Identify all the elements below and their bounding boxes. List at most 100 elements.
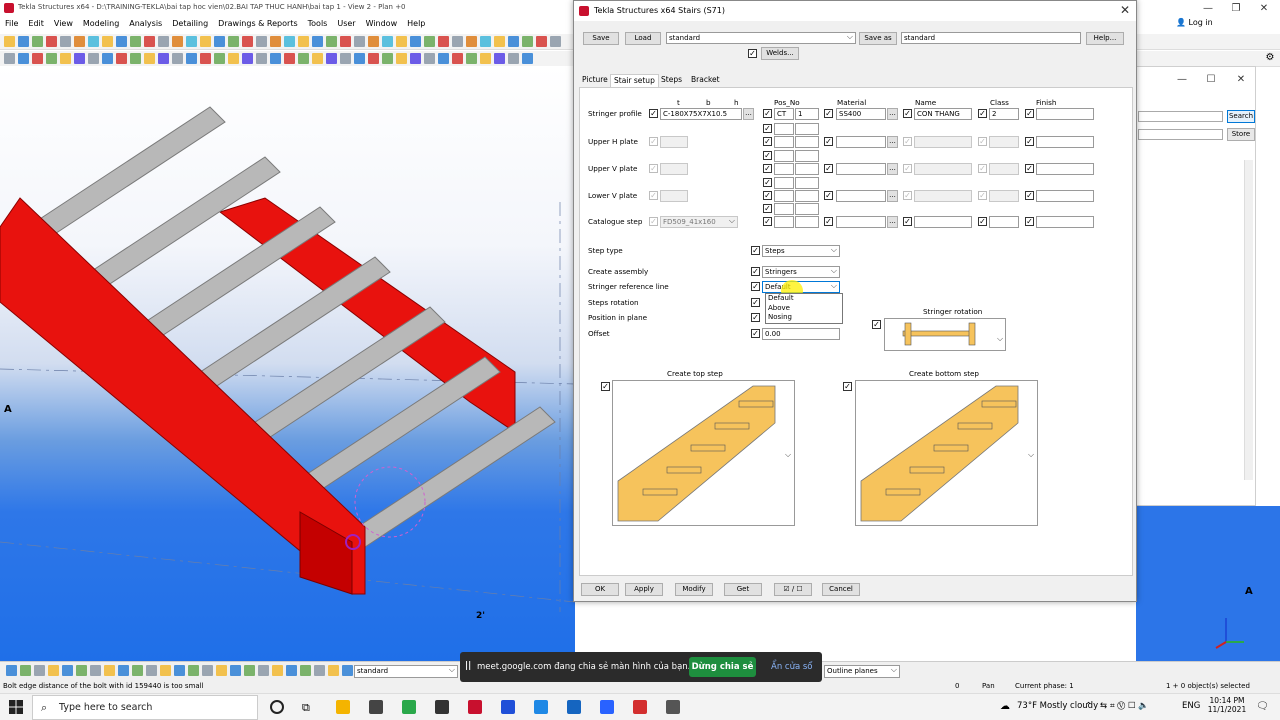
toolbar-tool-icon[interactable] [158,36,169,47]
toolbar-tool-icon[interactable] [34,665,45,676]
stringer-rotation-picker[interactable]: ⌵ [884,318,1006,351]
toolbar-tool-icon[interactable] [116,36,127,47]
name-checkbox[interactable]: ✓ [903,217,912,226]
toolbar-tool-icon[interactable] [342,665,353,676]
bg-search-input[interactable] [1138,111,1223,122]
toolbar-tool-icon[interactable] [62,665,73,676]
pos-sub-prefix[interactable] [774,203,794,215]
pos-no-input[interactable] [795,163,819,175]
toolbar-tool-icon[interactable] [326,53,337,64]
toolbar-tool-icon[interactable] [368,36,379,47]
toolbar-tool-icon[interactable] [74,53,85,64]
toolbar-tool-icon[interactable] [270,53,281,64]
login-link[interactable]: 👤 Log in [1176,18,1213,27]
material-checkbox-0[interactable]: ✓ [824,109,833,118]
toolbar-tool-icon[interactable] [536,36,547,47]
toolbar-tool-icon[interactable] [118,665,129,676]
pos-checkbox[interactable]: ✓ [763,164,772,173]
load-select[interactable]: standard [666,32,856,44]
get-button[interactable]: Get [724,583,762,596]
toolbar-tool-icon[interactable] [272,665,283,676]
pos-sub-checkbox[interactable]: ✓ [763,124,772,133]
toolbar-tool-icon[interactable] [6,665,17,676]
toolbar-tool-icon[interactable] [284,53,295,64]
name-input[interactable] [914,216,972,228]
pos-no-input[interactable] [795,136,819,148]
save-as-input[interactable]: standard [901,32,1081,44]
pos-sub-no[interactable] [795,177,819,189]
catalogue-step-select[interactable]: FD509_41x160 [660,216,738,228]
pos-no-input[interactable] [795,190,819,202]
stringer-profile-input[interactable]: C-180X75X7X10.5 [660,108,742,120]
pos-sub-no[interactable] [795,123,819,135]
material-browse[interactable]: ... [887,216,898,228]
menu-edit[interactable]: Edit [27,19,45,28]
taskbar-app-icon[interactable] [666,700,680,714]
clock[interactable]: 10:14 PM 11/1/2021 [1207,696,1247,714]
name-input[interactable] [914,163,972,175]
welds-button[interactable]: Welds... [761,47,799,60]
notification-icon[interactable]: 🗨 [1256,701,1269,712]
tab-steps[interactable]: Steps [658,74,685,88]
toolbar-tool-icon[interactable] [396,53,407,64]
pos-no-input[interactable] [795,216,819,228]
create-bottom-step-checkbox[interactable]: ✓ [843,382,852,391]
toolbar-tool-icon[interactable] [438,36,449,47]
stringer-profile-browse[interactable]: ... [743,108,754,120]
bg-restore-icon[interactable]: ☐ [1197,71,1225,88]
taskbar-app-icon[interactable] [336,700,350,714]
top-step-picker[interactable]: ⌵ [612,380,795,526]
toolbar-tool-icon[interactable] [396,36,407,47]
save-as-button[interactable]: Save as [859,32,897,45]
toolbar-tool-icon[interactable] [270,36,281,47]
toolbar-tool-icon[interactable] [18,36,29,47]
name-checkbox[interactable]: ✓ [903,137,912,146]
toolbar-tool-icon[interactable] [20,665,31,676]
class-input[interactable] [989,136,1019,148]
toolbar-tool-icon[interactable] [174,665,185,676]
toolbar-tool-icon[interactable] [130,53,141,64]
pos-checkbox[interactable]: ✓ [763,137,772,146]
taskbar-app-icon[interactable] [633,700,647,714]
taskbar-app-icon[interactable] [402,700,416,714]
search-button[interactable]: Search [1227,110,1255,123]
pos-no-input[interactable]: 1 [795,108,819,120]
pos-checkbox[interactable]: ✓ [763,217,772,226]
toolbar-tool-icon[interactable] [354,36,365,47]
material-browse[interactable]: ... [887,190,898,202]
toolbar-tool-icon[interactable] [522,53,533,64]
menu-modeling[interactable]: Modeling [82,19,120,28]
stop-sharing-button[interactable]: Dừng chia sẻ [689,657,756,677]
toolbar-tool-icon[interactable] [116,53,127,64]
gear-icon[interactable]: ⚙ [1262,52,1278,68]
tab-stair-setup[interactable]: Stair setup [610,74,659,88]
toolbar-tool-icon[interactable] [466,53,477,64]
toolbar-tool-icon[interactable] [258,665,269,676]
stringer-rotation-checkbox[interactable]: ✓ [872,320,881,329]
taskbar-app-icon[interactable] [501,700,515,714]
pos-sub-prefix[interactable] [774,150,794,162]
row-checkbox[interactable]: ✓ [649,217,658,226]
pos-checkbox[interactable]: ✓ [763,191,772,200]
material-browse-0[interactable]: ... [887,108,898,120]
restore-icon[interactable]: ❐ [1222,0,1250,17]
menu-tools[interactable]: Tools [307,19,329,28]
toolbar-tool-icon[interactable] [158,53,169,64]
taskbar-search-input[interactable]: ⌕ Type here to search [32,695,258,720]
cancel-button[interactable]: Cancel [822,583,860,596]
toolbar-tool-icon[interactable] [340,36,351,47]
taskbar-app-icon[interactable] [468,700,482,714]
toolbar-tool-icon[interactable] [104,665,115,676]
pos-sub-no[interactable] [795,203,819,215]
material-input[interactable] [836,190,886,202]
toolbar-tool-icon[interactable] [452,36,463,47]
task-view-icon[interactable]: ⧉ [302,701,310,715]
menu-user[interactable]: User [336,19,356,28]
toolbar-tool-icon[interactable] [172,36,183,47]
class-input[interactable] [989,163,1019,175]
finish-checkbox[interactable]: ✓ [1025,137,1034,146]
toolbar-tool-icon[interactable] [32,36,43,47]
tab-picture[interactable]: Picture [579,74,611,88]
close-icon[interactable]: ✕ [1250,0,1278,17]
create-top-step-checkbox[interactable]: ✓ [601,382,610,391]
